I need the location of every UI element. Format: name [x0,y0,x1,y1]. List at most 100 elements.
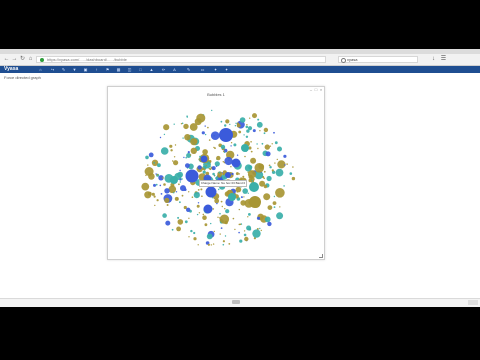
bubble[interactable] [220,120,223,123]
bubble[interactable] [224,208,226,210]
bubble[interactable] [238,130,242,134]
bubble[interactable] [273,131,275,134]
bubble[interactable] [246,225,252,231]
bubble[interactable] [246,124,248,126]
bubble[interactable] [250,171,252,173]
bubble[interactable] [238,173,241,175]
bubble[interactable] [225,121,228,123]
bubble[interactable] [236,191,238,193]
bubble[interactable] [177,216,180,219]
bubble[interactable] [220,200,223,203]
bubble[interactable] [183,123,189,130]
bubble[interactable] [236,154,239,156]
folder-icon[interactable]: ◫ [127,67,132,72]
bubble[interactable] [210,244,212,246]
bubble[interactable] [186,115,188,117]
bubble[interactable] [193,231,196,235]
bubble[interactable] [230,142,233,144]
bubble[interactable] [229,123,231,126]
bubble[interactable] [218,171,221,174]
bubble[interactable] [188,236,190,238]
bubble[interactable] [250,141,252,143]
bubble[interactable] [252,113,257,119]
edit-icon[interactable]: ✏ [161,67,166,72]
bubble[interactable] [256,121,263,128]
bubble[interactable] [189,154,192,156]
bookmark-icon[interactable]: ⚑ [105,67,110,72]
bubble[interactable] [231,158,241,168]
monitor-icon[interactable]: ▭ [200,67,205,72]
bubble[interactable] [204,133,207,136]
bubble[interactable] [163,124,170,131]
bubble[interactable] [263,170,266,173]
bubble[interactable] [156,173,159,176]
bubble[interactable] [163,183,166,186]
bubble[interactable] [154,204,156,207]
bubble[interactable] [211,109,213,112]
bubble[interactable] [212,243,215,245]
bubble[interactable] [265,151,271,157]
bubble[interactable] [230,166,232,168]
bubble[interactable] [271,169,274,172]
bubble[interactable] [242,175,245,178]
download-icon[interactable]: ↓ [430,56,437,63]
forward-arrow-icon[interactable]: → [11,56,18,63]
bubble[interactable] [210,131,220,140]
bubble[interactable] [249,117,251,119]
bubble[interactable] [219,214,230,224]
bubble[interactable] [201,195,203,197]
bubble[interactable] [263,127,269,133]
bubble[interactable] [257,118,260,121]
back-arrow-icon[interactable]: ← [3,56,10,63]
share-icon[interactable]: ↪ [50,67,55,72]
bubble[interactable] [276,158,278,161]
bubble[interactable] [197,165,202,170]
bubble[interactable] [219,212,221,215]
bubble[interactable] [217,216,219,218]
bubble[interactable] [196,204,200,208]
hamburger-menu-icon[interactable]: ☰ [440,56,447,63]
bubble[interactable] [208,139,211,141]
bubble[interactable] [269,166,272,169]
bubble[interactable] [162,213,167,218]
bubble[interactable] [151,192,155,196]
bubble[interactable] [234,125,237,127]
bubble[interactable] [212,208,215,210]
bubble[interactable] [222,173,224,175]
bubble[interactable] [194,118,202,126]
bubble[interactable] [188,191,190,193]
bubble[interactable] [250,150,253,153]
bubble[interactable] [286,163,288,165]
bubble[interactable] [174,144,177,146]
bubble[interactable] [239,117,246,123]
bubble[interactable] [202,213,205,216]
bubble[interactable] [173,156,176,158]
bubble[interactable] [240,196,243,199]
bubble[interactable] [197,244,199,246]
bubble[interactable] [172,160,174,162]
bubble[interactable] [264,216,271,223]
bubble[interactable] [218,175,221,178]
bubble[interactable] [220,227,223,230]
bubble[interactable] [153,162,155,164]
bubble[interactable] [249,196,261,208]
bubble[interactable] [148,152,154,158]
star-icon[interactable]: ✦ [224,67,229,72]
bubble[interactable] [148,173,155,180]
bubble[interactable] [209,166,211,168]
bubble[interactable] [179,201,181,204]
bubble[interactable] [263,132,266,135]
bubble[interactable] [246,129,250,133]
home-icon[interactable]: ⌂ [27,56,34,63]
brand-logo[interactable]: Vyasa [4,66,18,73]
bubble[interactable] [187,151,190,154]
bubble[interactable] [224,124,227,127]
upload-icon[interactable]: ↑ [94,67,99,72]
save-icon[interactable]: ▣ [83,67,88,72]
bubble[interactable] [228,193,236,201]
image-icon[interactable]: □ [138,67,143,72]
force-directed-bubble-graph[interactable] [108,87,326,261]
bubble[interactable] [224,156,233,166]
bubble[interactable] [216,202,218,205]
bubble[interactable] [196,213,199,216]
